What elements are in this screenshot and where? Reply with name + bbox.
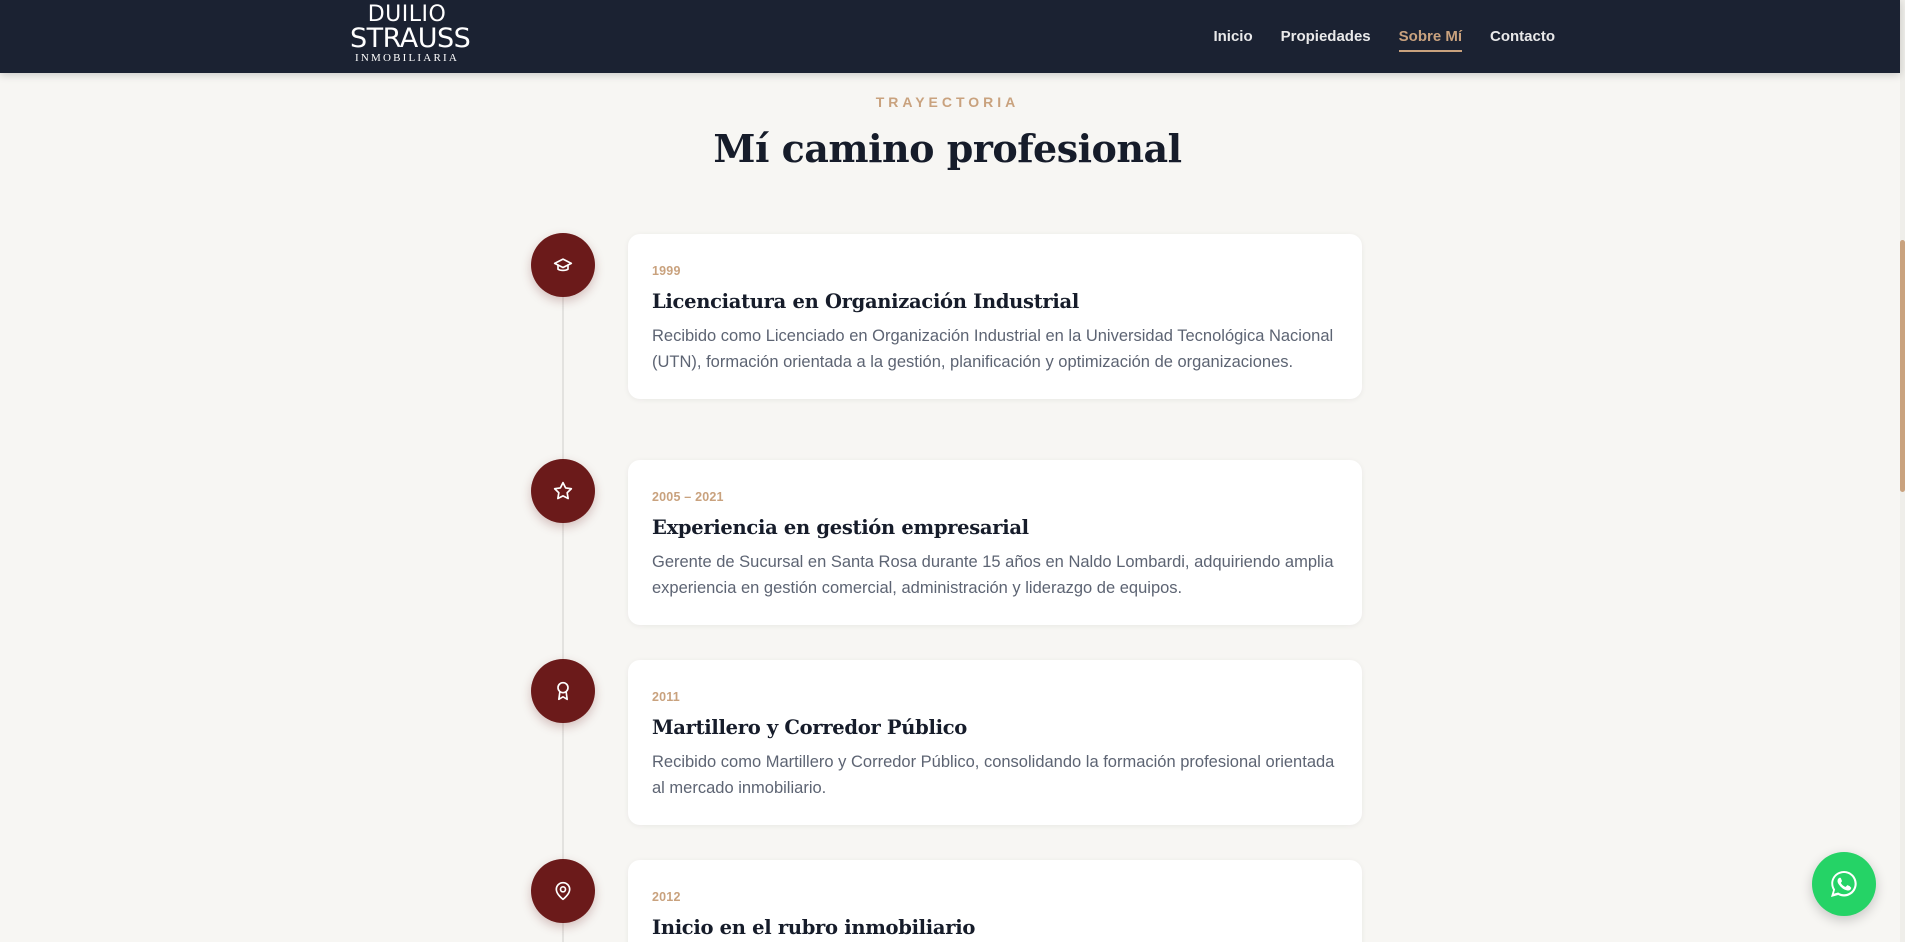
award-icon [557, 681, 569, 701]
whatsapp-button[interactable] [1812, 852, 1876, 916]
section-title: Mí camino profesional [713, 126, 1182, 171]
timeline-marker-1 [531, 233, 595, 297]
section-eyebrow: TRAYECTORIA [875, 94, 1020, 110]
timeline-card-2: 2005 – 2021 Experiencia en gestión empre… [628, 460, 1362, 625]
timeline-card-1: 1999 Licenciatura en Organización Indust… [628, 234, 1362, 399]
timeline-date: 2011 [652, 690, 680, 704]
whatsapp-icon [1831, 871, 1857, 897]
timeline-marker-2 [531, 459, 595, 523]
logo-line-2: STRAUSS [350, 23, 471, 54]
logo-line-3: INMOBILIARIA [354, 52, 459, 64]
main-nav: Inicio Propiedades Sobre Mí Contacto [1213, 0, 1555, 73]
nav-link-contacto[interactable]: Contacto [1490, 24, 1555, 49]
timeline-line [562, 295, 564, 942]
nav-link-propiedades[interactable]: Propiedades [1281, 24, 1371, 49]
timeline-description: Recibido como Martillero y Corredor Públ… [652, 753, 1335, 797]
star-icon [553, 481, 573, 500]
scrollbar-thumb[interactable] [1900, 240, 1905, 492]
timeline-date: 2012 [652, 890, 681, 904]
timeline-marker-4 [531, 859, 595, 923]
timeline-description: Recibido como Licenciado en Organización… [652, 327, 1334, 371]
timeline-description: Gerente de Sucursal en Santa Rosa durant… [652, 553, 1334, 597]
navbar: DUILIO STRAUSS INMOBILIARIA Inicio Propi… [0, 0, 1900, 73]
nav-link-sobre-mi[interactable]: Sobre Mí [1398, 24, 1463, 52]
timeline-title: Inicio en el rubro inmobiliario [652, 916, 976, 939]
nav-link-inicio[interactable]: Inicio [1213, 24, 1252, 49]
timeline-title: Martillero y Corredor Público [652, 716, 967, 739]
timeline-title: Experiencia en gestión empresarial [652, 516, 1029, 539]
graduation-cap-icon [553, 258, 573, 272]
timeline-title: Licenciatura en Organización Industrial [652, 290, 1079, 313]
map-pin-icon [555, 881, 571, 901]
timeline-marker-3 [531, 659, 595, 723]
timeline-date: 1999 [652, 264, 681, 278]
logo[interactable]: DUILIO STRAUSS INMOBILIARIA [350, 4, 471, 65]
timeline-date: 2005 – 2021 [652, 490, 724, 504]
timeline-card-4: 2012 Inicio en el rubro inmobiliario [628, 860, 1362, 942]
timeline-card-3: 2011 Martillero y Corredor Público Recib… [628, 660, 1362, 825]
